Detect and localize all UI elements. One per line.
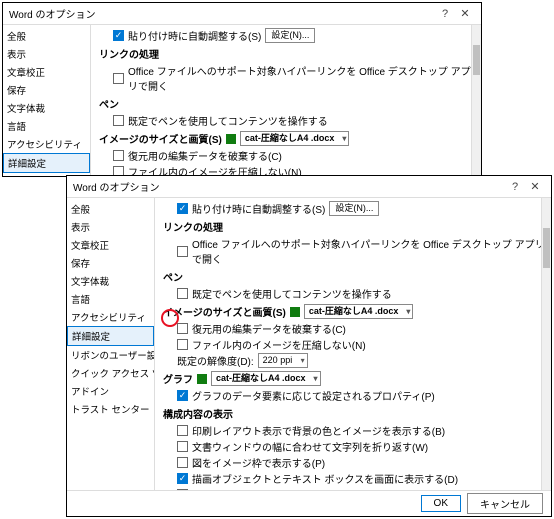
opt-label: 図をイメージ枠で表示する(P) xyxy=(192,455,325,470)
checkbox[interactable] xyxy=(177,441,188,452)
scrollbar[interactable] xyxy=(471,25,481,176)
checkbox[interactable] xyxy=(177,390,188,401)
resolution-dropdown[interactable]: 220 ppi xyxy=(258,353,308,368)
opt-label: グラフのデータ要素に応じて設定されるプロパティ(P) xyxy=(192,388,435,403)
checkbox[interactable] xyxy=(177,203,188,214)
word-options-dialog-front: Word のオプション ? ✕ 全般 表示 文章校正 保存 文字体裁 言語 アク… xyxy=(66,175,552,517)
settings-button[interactable]: 設定(N)... xyxy=(329,201,379,216)
opt-label: 復元用の編集データを破棄する(C) xyxy=(128,148,282,163)
checkbox[interactable] xyxy=(177,473,188,484)
opt-label: 文書ウィンドウの幅に合わせて文字列を折り返す(W) xyxy=(192,439,428,454)
sidebar-item[interactable]: 文字体裁 xyxy=(3,99,90,117)
opt-label: 印刷レイアウト表示で背景の色とイメージを表示する(B) xyxy=(192,423,445,438)
help-icon[interactable]: ? xyxy=(505,181,525,193)
sidebar-item[interactable]: アクセシビリティ xyxy=(67,308,154,326)
opt-label: 既定でペンを使用してコンテンツを操作する xyxy=(192,286,392,301)
word-doc-icon xyxy=(290,307,300,317)
dialog-title: Word のオプション xyxy=(9,6,435,21)
section-title: 構成内容の表示 xyxy=(163,406,545,421)
sidebar: 全般 表示 文章校正 保存 文字体裁 言語 アクセシビリティ 詳細設定 リボンの… xyxy=(67,198,155,490)
opt-label: 復元用の編集データを破棄する(C) xyxy=(192,321,346,336)
checkbox[interactable] xyxy=(113,115,124,126)
close-icon[interactable]: ✕ xyxy=(455,7,475,20)
opt-label: 貼り付け時に自動調整する(S) xyxy=(128,28,261,43)
opt-label: Office ファイルへのサポート対象ハイパーリンクを Office デスクトッ… xyxy=(128,63,475,93)
opt-label: 既定でペンを使用してコンテンツを操作する xyxy=(128,113,328,128)
sidebar-item-advanced[interactable]: 詳細設定 xyxy=(67,326,154,346)
dialog-title: Word のオプション xyxy=(73,179,505,194)
section-title: グラフ xyxy=(163,371,193,386)
opt-label: Office ファイルへのサポート対象ハイパーリンクを Office デスクトッ… xyxy=(192,236,545,266)
close-icon[interactable]: ✕ xyxy=(525,180,545,193)
section-title: リンクの処理 xyxy=(163,219,545,234)
opt-label: ブックマークを表示する(K) xyxy=(192,487,315,490)
checkbox[interactable] xyxy=(177,246,188,257)
sidebar-item[interactable]: 言語 xyxy=(3,117,90,135)
checkbox[interactable] xyxy=(113,73,124,84)
sidebar-item[interactable]: 全般 xyxy=(67,200,154,218)
sidebar-item[interactable]: 文章校正 xyxy=(67,236,154,254)
checkbox-no-compress[interactable] xyxy=(177,339,188,350)
checkbox[interactable] xyxy=(177,489,188,490)
dialog-footer: OK キャンセル xyxy=(67,490,551,516)
sidebar-item[interactable]: 言語 xyxy=(67,290,154,308)
scrollbar[interactable] xyxy=(541,198,551,490)
target-doc-dropdown[interactable]: cat-圧縮なしA4 .docx xyxy=(211,371,321,386)
sidebar-item[interactable]: 文字体裁 xyxy=(67,272,154,290)
target-doc-dropdown[interactable]: cat-圧縮なしA4 .docx xyxy=(240,131,350,146)
checkbox[interactable] xyxy=(177,288,188,299)
help-icon[interactable]: ? xyxy=(435,8,455,20)
checkbox[interactable] xyxy=(113,150,124,161)
sidebar-item-advanced[interactable]: 詳細設定 xyxy=(3,153,90,173)
word-doc-icon xyxy=(226,134,236,144)
settings-button[interactable]: 設定(N)... xyxy=(265,28,315,43)
sidebar-item[interactable]: リボンのユーザー設定 xyxy=(67,346,154,364)
word-options-dialog-back: Word のオプション ? ✕ 全般 表示 文章校正 保存 文字体裁 言語 アク… xyxy=(2,2,482,177)
sidebar-item[interactable]: トラスト センター xyxy=(67,400,154,418)
ok-button[interactable]: OK xyxy=(421,495,461,512)
checkbox[interactable] xyxy=(113,30,124,41)
section-title: リンクの処理 xyxy=(99,46,475,61)
content-pane: 貼り付け時に自動調整する(S) 設定(N)... リンクの処理 Office フ… xyxy=(91,25,481,176)
checkbox[interactable] xyxy=(177,457,188,468)
section-title: イメージのサイズと画質(S) xyxy=(99,131,222,146)
titlebar: Word のオプション ? ✕ xyxy=(3,3,481,25)
checkbox[interactable] xyxy=(177,425,188,436)
cancel-button[interactable]: キャンセル xyxy=(467,493,543,514)
sidebar-item[interactable]: 保存 xyxy=(3,81,90,99)
sidebar-item[interactable]: 全般 xyxy=(3,27,90,45)
sidebar-item[interactable]: アドイン xyxy=(67,382,154,400)
checkbox[interactable] xyxy=(177,323,188,334)
sidebar-item[interactable]: クイック アクセス ツール バー xyxy=(67,364,154,382)
target-doc-dropdown[interactable]: cat-圧縮なしA4 .docx xyxy=(304,304,414,319)
sidebar-item[interactable]: 表示 xyxy=(67,218,154,236)
sidebar-item[interactable]: アクセシビリティ xyxy=(3,135,90,153)
section-title: ペン xyxy=(163,269,545,284)
sidebar-item[interactable]: 文章校正 xyxy=(3,63,90,81)
content-pane: 貼り付け時に自動調整する(S) 設定(N)... リンクの処理 Office フ… xyxy=(155,198,551,490)
sidebar: 全般 表示 文章校正 保存 文字体裁 言語 アクセシビリティ 詳細設定 リボンの… xyxy=(3,25,91,176)
section-title: イメージのサイズと画質(S) xyxy=(163,304,286,319)
titlebar: Word のオプション ? ✕ xyxy=(67,176,551,198)
opt-label: 貼り付け時に自動調整する(S) xyxy=(192,201,325,216)
word-doc-icon xyxy=(197,374,207,384)
sidebar-item[interactable]: 保存 xyxy=(67,254,154,272)
opt-label: ファイル内のイメージを圧縮しない(N) xyxy=(192,337,366,352)
opt-label: 既定の解像度(D): xyxy=(177,353,254,368)
section-title: ペン xyxy=(99,96,475,111)
sidebar-item[interactable]: 表示 xyxy=(3,45,90,63)
opt-label: 描画オブジェクトとテキスト ボックスを画面に表示する(D) xyxy=(192,471,458,486)
